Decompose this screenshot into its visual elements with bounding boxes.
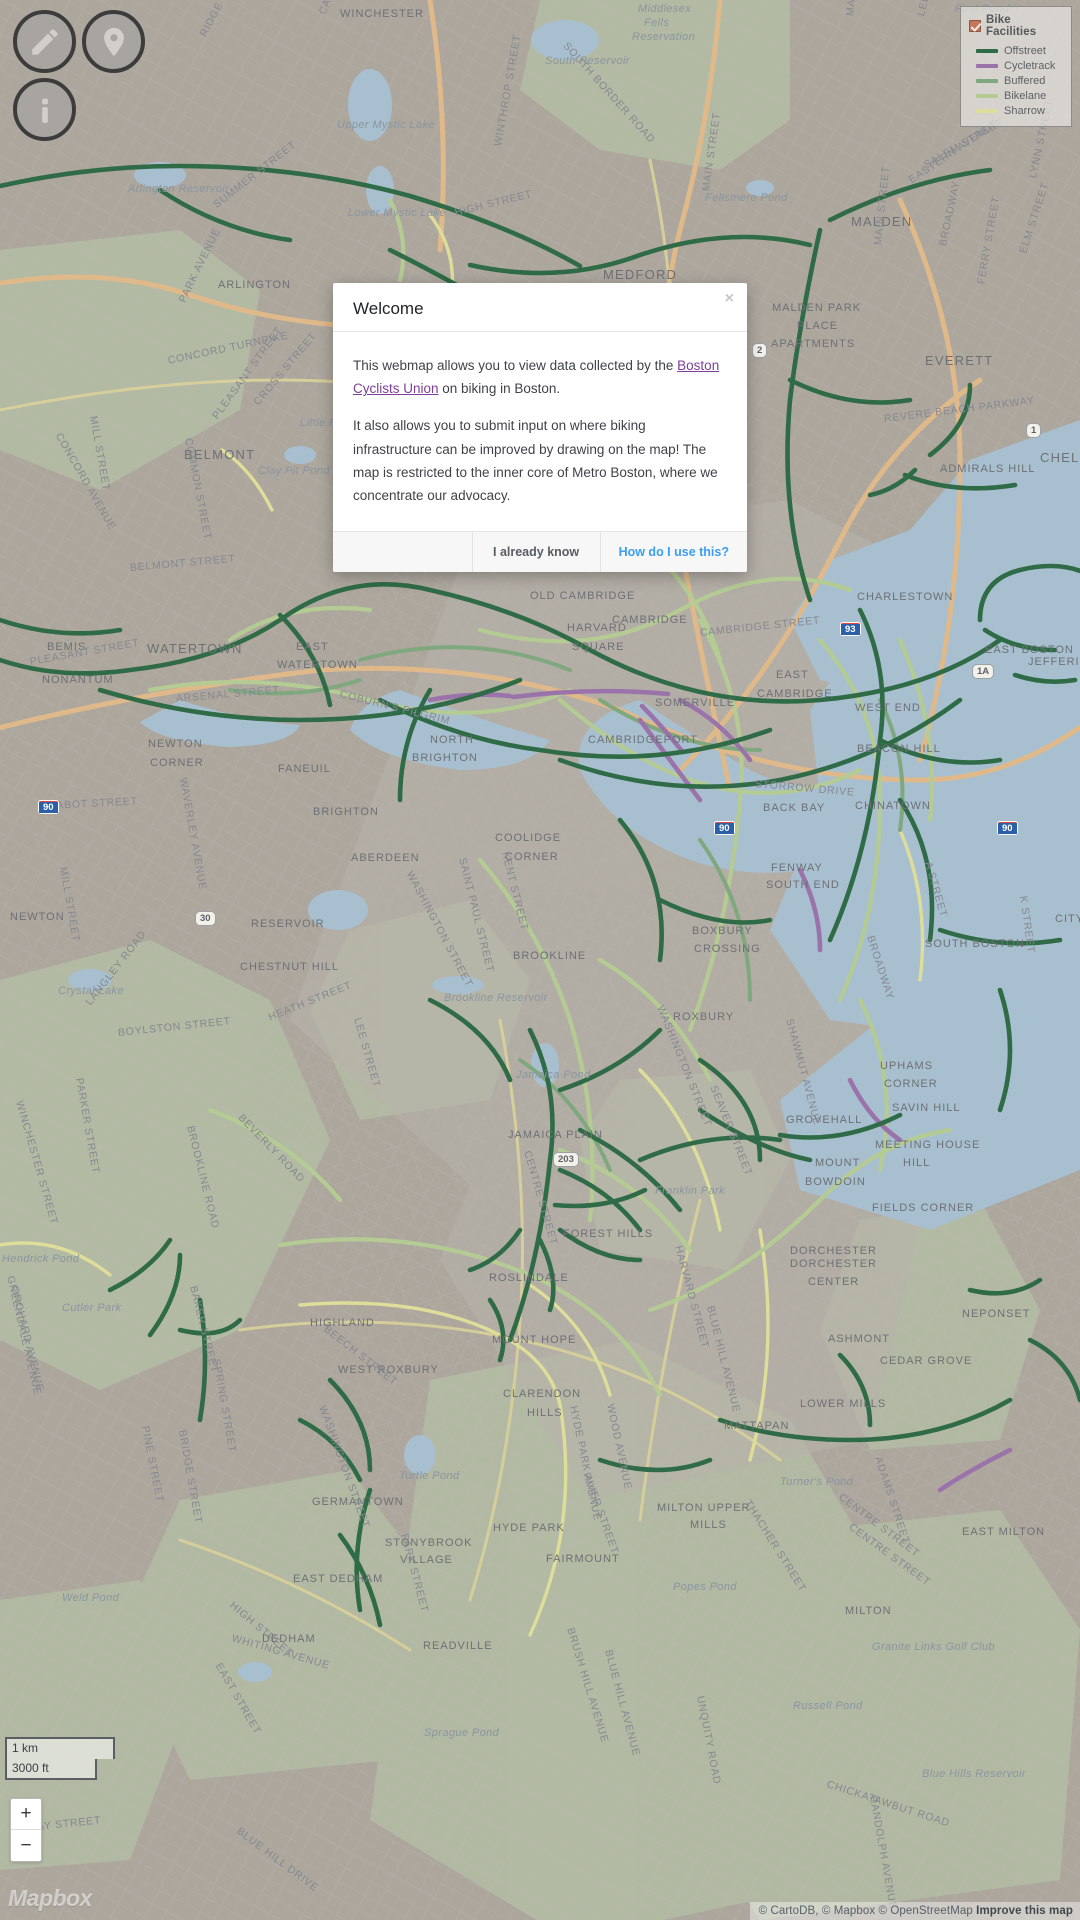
- paragraph-1-after: on biking in Boston.: [438, 381, 561, 397]
- modal-paragraph-2: It also allows you to submit input on wh…: [353, 418, 718, 504]
- attribution-sources: © CartoDB, © Mapbox © OpenStreetMap: [758, 1905, 973, 1917]
- scale-imperial: 3000 ft: [5, 1758, 97, 1780]
- improve-map-link[interactable]: Improve this map: [976, 1905, 1073, 1917]
- zoom-out-button[interactable]: −: [11, 1830, 41, 1861]
- legend-item-offstreet[interactable]: Offstreet: [969, 43, 1063, 58]
- close-icon[interactable]: ×: [725, 291, 734, 307]
- draw-tool-button[interactable]: [13, 10, 76, 73]
- place-marker-button[interactable]: [82, 10, 145, 73]
- attribution-bar: © CartoDB, © Mapbox © OpenStreetMap Impr…: [749, 1902, 1080, 1920]
- scale-bar: 1 km 3000 ft: [5, 1737, 115, 1780]
- legend-item-buffered[interactable]: Buffered: [969, 73, 1063, 88]
- modal-panel: Welcome × This webmap allows you to view…: [333, 283, 747, 573]
- info-button[interactable]: [13, 78, 76, 141]
- legend-item-label: Cycletrack: [1004, 59, 1056, 72]
- map-pin-icon: [103, 27, 124, 56]
- legend-item-label: Bikelane: [1004, 89, 1047, 102]
- map-application: WINCHESTERMEDFORDMALDENEVERETTCHELSEAADM…: [0, 0, 1080, 1920]
- zoom-in-button[interactable]: +: [11, 1799, 41, 1830]
- modal-header: Welcome ×: [333, 283, 747, 332]
- legend-title: Bike Facilities: [986, 14, 1037, 38]
- map-tools: [10, 8, 170, 158]
- legend-item-label: Offstreet: [1004, 44, 1046, 57]
- legend-swatch-icon: [976, 63, 998, 68]
- modal-paragraph-1: This webmap allows you to view data coll…: [353, 354, 727, 400]
- scale-metric: 1 km: [5, 1737, 115, 1759]
- legend-item-label: Buffered: [1004, 74, 1046, 87]
- pencil-icon: [31, 28, 58, 55]
- legend-items: Offstreet Cycletrack Buffered Bikelane Sharr…: [969, 43, 1063, 118]
- legend-checkbox[interactable]: [969, 20, 981, 32]
- legend-header[interactable]: Bike Facilities: [969, 14, 1063, 38]
- modal-body: This webmap allows you to view data coll…: [333, 332, 747, 531]
- dismiss-button[interactable]: I already know: [471, 532, 600, 573]
- legend-item-label: Sharrow: [1004, 104, 1045, 117]
- legend-item-cycletrack[interactable]: Cycletrack: [969, 58, 1063, 73]
- mapbox-logo[interactable]: Mapbox: [8, 1885, 92, 1912]
- help-button[interactable]: How do I use this?: [599, 532, 747, 573]
- modal-footer: I already know How do I use this?: [333, 531, 747, 573]
- legend-swatch-icon: [976, 108, 998, 113]
- legend-swatch-icon: [976, 48, 998, 53]
- zoom-controls[interactable]: + −: [10, 1798, 42, 1862]
- legend-swatch-icon: [976, 78, 998, 83]
- legend-item-bikelane[interactable]: Bikelane: [969, 88, 1063, 103]
- legend-panel[interactable]: Bike Facilities Offstreet Cycletrack Buffe…: [960, 6, 1072, 127]
- modal-title: Welcome: [353, 299, 424, 318]
- legend-item-sharrow[interactable]: Sharrow: [969, 103, 1063, 118]
- welcome-dialog: Welcome × This webmap allows you to view…: [333, 283, 747, 573]
- legend-swatch-icon: [976, 93, 998, 98]
- paragraph-1-before: This webmap allows you to view data coll…: [353, 358, 678, 373]
- info-icon: [41, 98, 48, 123]
